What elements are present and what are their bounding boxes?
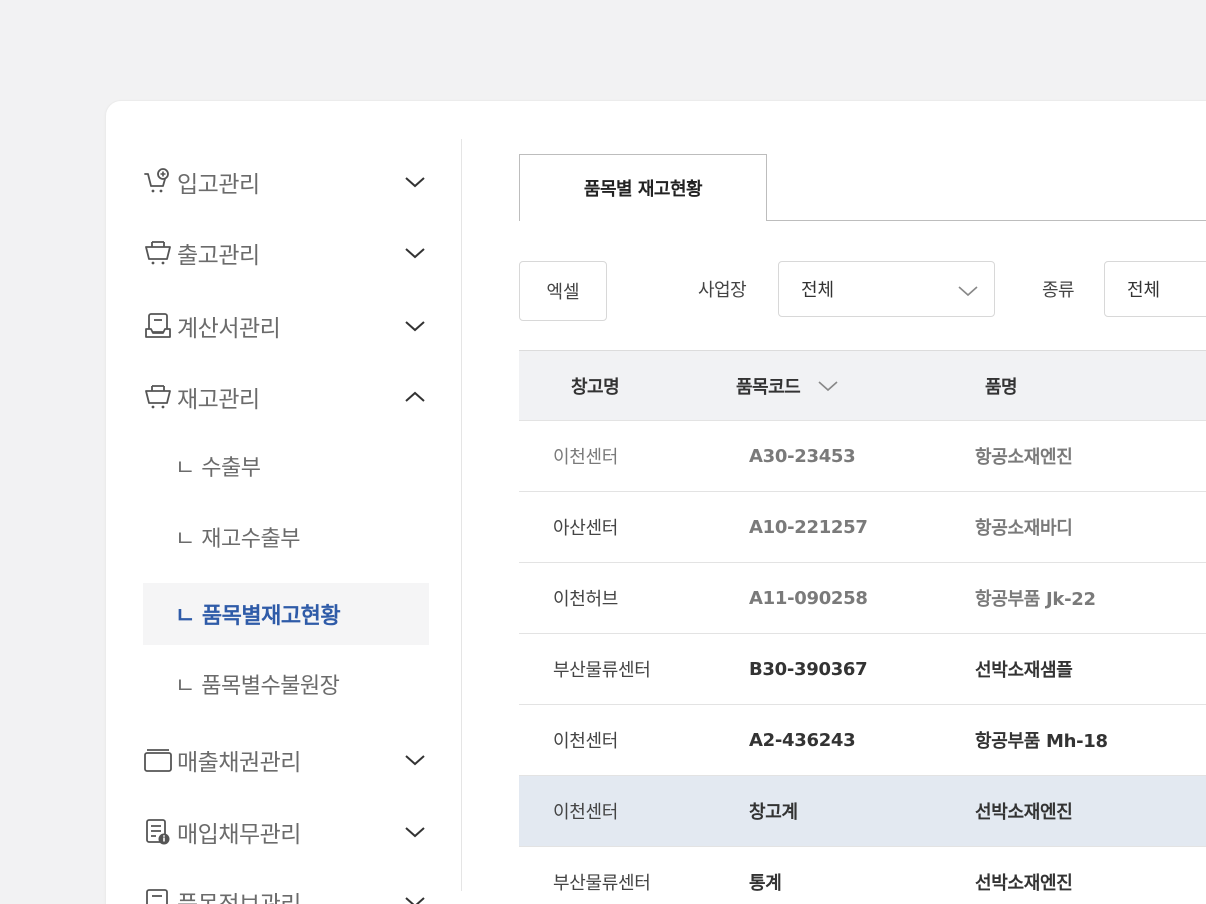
cell-warehouse: 이천센터	[553, 731, 619, 752]
sidebar-item-shipping[interactable]: 출고관리	[143, 228, 428, 278]
chevron-down-icon[interactable]	[402, 169, 428, 195]
sidebar-item-label: 재고관리	[177, 387, 260, 413]
cell-item-code: B30-390367	[749, 658, 868, 680]
chevron-down-icon	[956, 279, 980, 303]
site-select-value: 전체	[801, 280, 835, 301]
table-row[interactable]: 아산센터 A10-221257 항공소재바디	[519, 491, 1206, 562]
main-card: 입고관리 출고관리 계산서관리 재고관리 ㄴ 수출부 ㄴ 재고수출부 ㄴ 품목별…	[105, 100, 1206, 904]
sidebar-subitem-item-ledger[interactable]: ㄴ 품목별수불원장	[143, 653, 428, 715]
sidebar-subitem-label: ㄴ 품목별수불원장	[175, 674, 340, 699]
cell-item-name: 선박소재샘플	[975, 660, 1073, 681]
kind-select-value: 전체	[1127, 280, 1161, 301]
sidebar-item-label: 입고관리	[177, 172, 260, 198]
document-info-icon	[143, 815, 177, 849]
sidebar-item-label: 품목정보관리	[177, 885, 301, 904]
cell-warehouse: 부산물류센터	[553, 660, 651, 681]
sidebar-item-item-info[interactable]: 품목정보관리	[143, 877, 428, 904]
sidebar-subitem-inventory-export-ledger[interactable]: ㄴ 재고수출부	[143, 506, 428, 568]
chevron-down-icon[interactable]	[402, 889, 428, 904]
site-filter-label: 사업장	[698, 280, 747, 301]
tab-underline	[765, 220, 1206, 221]
cell-item-code: A10-221257	[749, 516, 868, 538]
chevron-down-icon[interactable]	[402, 747, 428, 773]
site-select[interactable]: 전체	[778, 261, 995, 317]
chevron-up-icon[interactable]	[402, 384, 428, 410]
basket-icon	[143, 380, 177, 414]
cell-item-code: A11-090258	[749, 587, 868, 609]
table-row[interactable]: 부산물류센터 통계 선박소재엔진	[519, 846, 1206, 904]
cell-warehouse: 이천센터	[553, 802, 619, 823]
cell-item-name: 항공소재바디	[975, 518, 1073, 539]
column-header-item-code[interactable]: 품목코드	[736, 351, 840, 421]
table-row[interactable]: 이천허브 A11-090258 항공부품 Jk-22	[519, 562, 1206, 633]
sidebar: 입고관리 출고관리 계산서관리 재고관리 ㄴ 수출부 ㄴ 재고수출부 ㄴ 품목별…	[106, 101, 462, 904]
sidebar-item-invoice[interactable]: 계산서관리	[143, 301, 428, 351]
app-frame: 입고관리 출고관리 계산서관리 재고관리 ㄴ 수출부 ㄴ 재고수출부 ㄴ 품목별…	[0, 0, 1206, 904]
table-row[interactable]: 이천센터 A2-436243 항공부품 Mh-18	[519, 704, 1206, 775]
sort-chevron-icon[interactable]	[816, 374, 840, 398]
sidebar-item-payables[interactable]: 매입채무관리	[143, 807, 428, 857]
sidebar-subitem-label: ㄴ 품목별재고현황	[175, 604, 341, 629]
cell-item-name: 선박소재엔진	[975, 802, 1073, 823]
invoice-tray-icon	[143, 309, 177, 343]
cell-item-code: A2-436243	[749, 729, 856, 751]
card-icon	[143, 743, 177, 777]
sidebar-subitem-export-ledger[interactable]: ㄴ 수출부	[143, 435, 428, 497]
chevron-down-icon[interactable]	[402, 240, 428, 266]
cell-item-code: 통계	[749, 873, 782, 894]
cell-item-name: 항공부품 Jk-22	[975, 589, 1096, 610]
basket-icon	[143, 236, 177, 270]
kind-filter-label: 종류	[1042, 280, 1075, 301]
table-row-selected[interactable]: 이천센터 창고계 선박소재엔진	[519, 775, 1206, 846]
cell-item-name: 선박소재엔진	[975, 873, 1073, 894]
table-row[interactable]: 이천센터 A30-23453 항공소재엔진	[519, 420, 1206, 491]
sidebar-item-label: 계산서관리	[177, 316, 281, 342]
document-icon	[143, 885, 177, 904]
cell-warehouse: 부산물류센터	[553, 873, 651, 894]
table-header: 창고명 품목코드 품명	[519, 350, 1206, 421]
cell-item-name: 항공부품 Mh-18	[975, 731, 1108, 752]
cell-warehouse: 이천센터	[553, 447, 619, 468]
cell-warehouse: 이천허브	[553, 589, 619, 610]
sidebar-subitem-label: ㄴ 수출부	[175, 456, 261, 481]
cell-item-code: 창고계	[749, 802, 798, 823]
kind-select[interactable]: 전체	[1104, 261, 1206, 317]
sidebar-item-receivables[interactable]: 매출채권관리	[143, 735, 428, 785]
cell-warehouse: 아산센터	[553, 518, 619, 539]
sidebar-item-label: 매입채무관리	[177, 822, 301, 848]
column-header-warehouse[interactable]: 창고명	[571, 351, 620, 421]
column-header-item-name[interactable]: 품명	[985, 351, 1018, 421]
cell-item-code: A30-23453	[749, 445, 856, 467]
sidebar-item-receiving[interactable]: 입고관리	[143, 157, 428, 207]
cell-item-name: 항공소재엔진	[975, 447, 1073, 468]
sidebar-item-inventory[interactable]: 재고관리	[143, 372, 428, 422]
sidebar-subitem-label: ㄴ 재고수출부	[175, 527, 300, 552]
chevron-down-icon[interactable]	[402, 819, 428, 845]
sidebar-item-label: 출고관리	[177, 243, 260, 269]
chevron-down-icon[interactable]	[402, 313, 428, 339]
sidebar-divider	[461, 139, 462, 891]
table-row[interactable]: 부산물류센터 B30-390367 선박소재샘플	[519, 633, 1206, 704]
tab-stock-by-item[interactable]: 품목별 재고현황	[519, 154, 767, 221]
excel-button[interactable]: 엑셀	[519, 261, 607, 321]
sidebar-subitem-stock-by-item[interactable]: ㄴ 품목별재고현황	[143, 583, 429, 645]
sidebar-item-label: 매출채권관리	[177, 750, 301, 776]
column-header-label: 품목코드	[736, 377, 801, 398]
cart-plus-icon	[143, 165, 177, 199]
